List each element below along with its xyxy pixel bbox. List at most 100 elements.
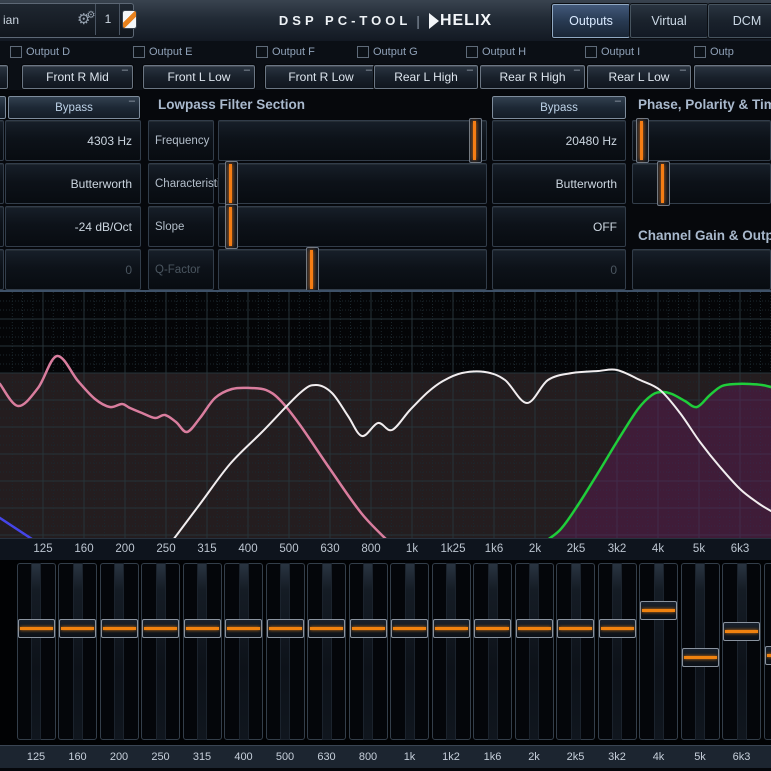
divider bbox=[119, 4, 120, 35]
filter-slider-handle[interactable] bbox=[469, 118, 482, 163]
eq-slider-track[interactable] bbox=[31, 563, 41, 740]
eq-slider-track[interactable] bbox=[488, 563, 498, 740]
filter-value-field[interactable]: 0 bbox=[492, 249, 626, 290]
filter-slider-handle[interactable] bbox=[225, 204, 238, 249]
eq-frequency-label: 125 bbox=[27, 746, 45, 768]
filter-section: Bypass‒4303 HzButterworth-24 dB/Oct0Lowp… bbox=[0, 90, 771, 292]
filter-slider-handle[interactable] bbox=[306, 247, 319, 292]
eq-slider-track[interactable] bbox=[156, 563, 166, 740]
eq-frequency-label: 200 bbox=[110, 746, 128, 768]
eq-slider-handle[interactable] bbox=[391, 619, 428, 638]
eq-slider-handle[interactable] bbox=[101, 619, 138, 638]
output-checkbox[interactable] bbox=[10, 46, 22, 58]
phase-slider-handle[interactable] bbox=[657, 161, 670, 206]
channel-button[interactable]: Rear R High‒ bbox=[480, 65, 585, 89]
nav-button-dcm[interactable]: DCM bbox=[708, 4, 771, 38]
channel-button[interactable]: ‒ bbox=[694, 65, 771, 89]
eq-slider-handle[interactable] bbox=[599, 619, 636, 638]
eq-slider-handle[interactable] bbox=[765, 646, 771, 665]
filter-value-field[interactable]: 0 bbox=[5, 249, 141, 290]
eq-slider-track[interactable] bbox=[571, 563, 581, 740]
eq-slider-handle[interactable] bbox=[267, 619, 304, 638]
output-checkbox[interactable] bbox=[585, 46, 597, 58]
eq-slider-handle[interactable] bbox=[557, 619, 594, 638]
eq-slider-handle[interactable] bbox=[723, 622, 760, 641]
eq-frequency-label: 3k2 bbox=[608, 746, 626, 768]
axis-tick-label: 800 bbox=[361, 539, 380, 560]
equalizer-frequency-labels: 1251602002503154005006308001k1k21k62k2k5… bbox=[0, 745, 771, 768]
settings-gears-icon[interactable]: ⚙⚙ bbox=[77, 10, 91, 28]
eq-slider-handle[interactable] bbox=[682, 648, 719, 667]
output-checkbox[interactable] bbox=[357, 46, 369, 58]
channel-button[interactable]: Rear L High‒ bbox=[374, 65, 478, 89]
filter-value-field[interactable]: OFF bbox=[492, 206, 626, 247]
filter-row-label: Characteristic bbox=[148, 163, 214, 204]
eq-slider-track[interactable] bbox=[405, 563, 415, 740]
eq-slider-track[interactable] bbox=[280, 563, 290, 740]
edit-note-icon[interactable] bbox=[123, 11, 136, 28]
phase-slider-track[interactable] bbox=[632, 163, 771, 204]
preset-slot-number[interactable]: 1 bbox=[97, 4, 119, 35]
eq-slider-track[interactable] bbox=[114, 563, 124, 740]
filter-slider-handle[interactable] bbox=[225, 161, 238, 206]
axis-tick-label: 630 bbox=[320, 539, 339, 560]
channel-button[interactable]: Front L Low‒ bbox=[143, 65, 255, 89]
phase-slider-track[interactable] bbox=[632, 120, 771, 161]
filter-slider-track[interactable] bbox=[218, 249, 487, 290]
channel-button-partial[interactable] bbox=[0, 65, 8, 89]
output-checkbox[interactable] bbox=[133, 46, 145, 58]
eq-slider-handle[interactable] bbox=[640, 601, 677, 620]
eq-slider-handle[interactable] bbox=[433, 619, 470, 638]
output-checkbox[interactable] bbox=[256, 46, 268, 58]
eq-slider-handle[interactable] bbox=[142, 619, 179, 638]
filter-slider-track[interactable] bbox=[218, 120, 487, 161]
eq-slider-track[interactable] bbox=[363, 563, 373, 740]
eq-slider-handle[interactable] bbox=[350, 619, 387, 638]
eq-slider-handle[interactable] bbox=[59, 619, 96, 638]
nav-button-outputs[interactable]: Outputs bbox=[552, 4, 630, 38]
output-checkbox[interactable] bbox=[694, 46, 706, 58]
channel-button-label: Front L Low bbox=[168, 70, 231, 84]
filter-slider-track[interactable] bbox=[218, 206, 487, 247]
channel-button[interactable]: Front R Mid‒ bbox=[22, 65, 133, 89]
eq-slider-track[interactable] bbox=[654, 563, 664, 740]
minimize-dash-icon: ‒ bbox=[129, 95, 135, 107]
filter-value-field[interactable]: Butterworth bbox=[492, 163, 626, 204]
channel-button-label: Front R Mid bbox=[46, 70, 109, 84]
output-checkbox[interactable] bbox=[466, 46, 478, 58]
filter-slider-track[interactable] bbox=[218, 163, 487, 204]
filter-value-field[interactable]: Butterworth bbox=[5, 163, 141, 204]
nav-button-virtual[interactable]: Virtual bbox=[630, 4, 708, 38]
bypass-button-lowpass[interactable]: Bypass‒ bbox=[492, 96, 626, 119]
eq-slider-track[interactable] bbox=[446, 563, 456, 740]
minimize-dash-icon: ‒ bbox=[467, 64, 473, 76]
filter-value-field[interactable]: 20480 Hz bbox=[492, 120, 626, 161]
eq-slider-track[interactable] bbox=[322, 563, 332, 740]
eq-frequency-label: 630 bbox=[317, 746, 335, 768]
gain-box[interactable] bbox=[632, 249, 771, 290]
bypass-button-partial[interactable] bbox=[0, 96, 6, 119]
eq-slider-track[interactable] bbox=[612, 563, 622, 740]
channel-button[interactable]: Front R Low‒ bbox=[265, 65, 377, 89]
eq-slider-handle[interactable] bbox=[308, 619, 345, 638]
bypass-button-highpass[interactable]: Bypass‒ bbox=[8, 96, 140, 119]
filter-row-label: Slope bbox=[148, 206, 214, 247]
eq-slider-track[interactable] bbox=[737, 563, 747, 740]
eq-slider-track[interactable] bbox=[73, 563, 83, 740]
eq-slider-track[interactable] bbox=[239, 563, 249, 740]
eq-slider-track[interactable] bbox=[529, 563, 539, 740]
eq-slider-track[interactable] bbox=[197, 563, 207, 740]
filter-value-field[interactable]: -24 dB/Oct bbox=[5, 206, 141, 247]
eq-slider-handle[interactable] bbox=[516, 619, 553, 638]
eq-frequency-label: 160 bbox=[68, 746, 86, 768]
filter-value-field[interactable]: 4303 Hz bbox=[5, 120, 141, 161]
channel-button[interactable]: Rear L Low‒ bbox=[587, 65, 691, 89]
eq-slider-handle[interactable] bbox=[225, 619, 262, 638]
preset-name: ian bbox=[3, 13, 19, 27]
eq-slider-handle[interactable] bbox=[474, 619, 511, 638]
eq-frequency-label: 2k bbox=[528, 746, 540, 768]
eq-slider-handle[interactable] bbox=[18, 619, 55, 638]
outputs-checkbox-row: Output DOutput EOutput FOutput GOutput H… bbox=[0, 41, 771, 63]
phase-slider-handle[interactable] bbox=[636, 118, 649, 163]
eq-slider-handle[interactable] bbox=[184, 619, 221, 638]
